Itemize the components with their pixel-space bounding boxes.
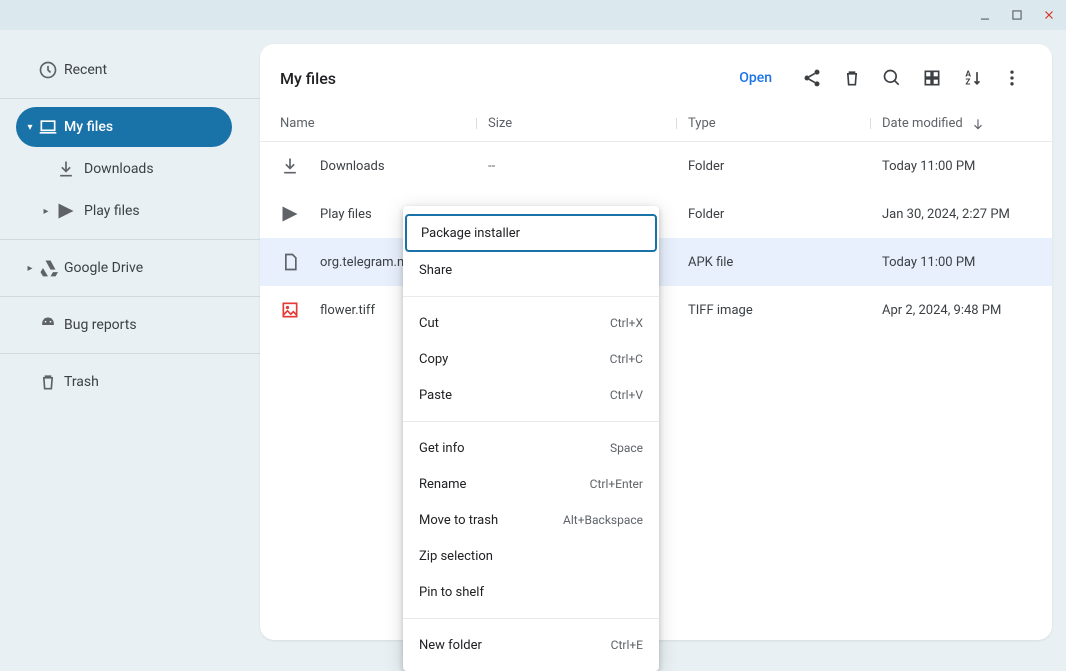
grid-view-button[interactable] bbox=[912, 58, 952, 98]
download-icon bbox=[56, 159, 76, 179]
disclosure-down-icon: ▾ bbox=[22, 122, 38, 133]
sidebar-label: Bug reports bbox=[64, 317, 137, 333]
delete-button[interactable] bbox=[832, 58, 872, 98]
file-date: Jan 30, 2024, 2:27 PM bbox=[882, 207, 1032, 222]
minimize-button[interactable] bbox=[978, 8, 992, 22]
play-icon bbox=[280, 204, 320, 224]
file-type: Folder bbox=[688, 207, 882, 222]
divider bbox=[0, 239, 260, 240]
disclosure-right-icon: ▸ bbox=[38, 206, 54, 217]
file-type: APK file bbox=[688, 255, 882, 270]
maximize-button[interactable] bbox=[1010, 8, 1024, 22]
play-icon bbox=[56, 201, 76, 221]
page-title: My files bbox=[280, 69, 739, 88]
file-icon bbox=[280, 252, 320, 272]
file-row-downloads[interactable]: Downloads -- Folder Today 11:00 PM bbox=[260, 142, 1052, 190]
svg-text:Z: Z bbox=[965, 78, 970, 88]
clock-icon bbox=[38, 60, 58, 80]
share-button[interactable] bbox=[792, 58, 832, 98]
search-button[interactable] bbox=[872, 58, 912, 98]
divider bbox=[0, 353, 260, 354]
trash-icon bbox=[38, 372, 58, 392]
menu-item-newfolder[interactable]: New folderCtrl+E bbox=[403, 627, 659, 663]
menu-item-share[interactable]: Share bbox=[403, 252, 659, 288]
sidebar-item-recent[interactable]: Recent bbox=[16, 50, 232, 90]
file-type: Folder bbox=[688, 159, 882, 174]
context-menu: Package installer Share CutCtrl+X CopyCt… bbox=[403, 206, 659, 671]
divider bbox=[0, 296, 260, 297]
menu-item-paste[interactable]: PasteCtrl+V bbox=[403, 377, 659, 413]
column-header-date[interactable]: Date modified bbox=[882, 116, 1032, 131]
sidebar-item-myfiles[interactable]: ▾ My files bbox=[16, 107, 232, 147]
arrow-down-icon bbox=[971, 117, 985, 131]
menu-item-trash[interactable]: Move to trashAlt+Backspace bbox=[403, 502, 659, 538]
menu-item-rename[interactable]: RenameCtrl+Enter bbox=[403, 466, 659, 502]
column-header-date-label: Date modified bbox=[882, 116, 963, 131]
divider bbox=[0, 98, 260, 99]
sidebar-label: Google Drive bbox=[64, 260, 143, 276]
file-date: Today 11:00 PM bbox=[882, 159, 1032, 174]
disclosure-right-icon: ▸ bbox=[22, 263, 38, 274]
menu-item-package-installer[interactable]: Package installer bbox=[405, 214, 657, 252]
sidebar-label: My files bbox=[64, 119, 113, 135]
sort-button[interactable]: AZ bbox=[952, 58, 992, 98]
file-date: Today 11:00 PM bbox=[882, 255, 1032, 270]
sidebar-item-drive[interactable]: ▸ Google Drive bbox=[16, 248, 232, 288]
more-button[interactable] bbox=[992, 58, 1032, 98]
column-header-name[interactable]: Name bbox=[280, 116, 488, 131]
image-icon bbox=[280, 300, 320, 320]
menu-item-zip[interactable]: Zip selection bbox=[403, 538, 659, 574]
sidebar-label: Recent bbox=[64, 62, 107, 78]
sidebar-item-downloads[interactable]: Downloads bbox=[16, 149, 232, 189]
menu-item-getinfo[interactable]: Get infoSpace bbox=[403, 430, 659, 466]
titlebar bbox=[0, 0, 1066, 30]
sidebar-item-trash[interactable]: Trash bbox=[16, 362, 232, 402]
close-button[interactable] bbox=[1042, 8, 1056, 22]
column-header-size[interactable]: Size bbox=[488, 116, 688, 131]
file-date: Apr 2, 2024, 9:48 PM bbox=[882, 303, 1032, 318]
android-icon bbox=[38, 315, 58, 335]
menu-item-pin[interactable]: Pin to shelf bbox=[403, 574, 659, 610]
drive-icon bbox=[38, 258, 58, 278]
menu-divider bbox=[403, 421, 659, 422]
sidebar-item-bugreports[interactable]: Bug reports bbox=[16, 305, 232, 345]
file-type: TIFF image bbox=[688, 303, 882, 318]
sidebar-item-playfiles[interactable]: ▸ Play files bbox=[16, 191, 232, 231]
column-header-row: Name Size Type Date modified bbox=[260, 106, 1052, 142]
menu-item-copy[interactable]: CopyCtrl+C bbox=[403, 341, 659, 377]
laptop-icon bbox=[38, 117, 58, 137]
menu-item-cut[interactable]: CutCtrl+X bbox=[403, 305, 659, 341]
toolbar: My files Open AZ bbox=[260, 44, 1052, 106]
menu-divider bbox=[403, 296, 659, 297]
sidebar-label: Downloads bbox=[84, 161, 154, 177]
sidebar-label: Trash bbox=[64, 374, 99, 390]
download-icon bbox=[280, 156, 320, 176]
open-button[interactable]: Open bbox=[739, 70, 772, 86]
sidebar: Recent ▾ My files Downloads ▸ Play files… bbox=[0, 30, 260, 654]
file-size: -- bbox=[488, 159, 688, 174]
column-header-type[interactable]: Type bbox=[688, 116, 882, 131]
sidebar-label: Play files bbox=[84, 203, 140, 219]
file-name: Downloads bbox=[320, 159, 488, 174]
menu-divider bbox=[403, 618, 659, 619]
